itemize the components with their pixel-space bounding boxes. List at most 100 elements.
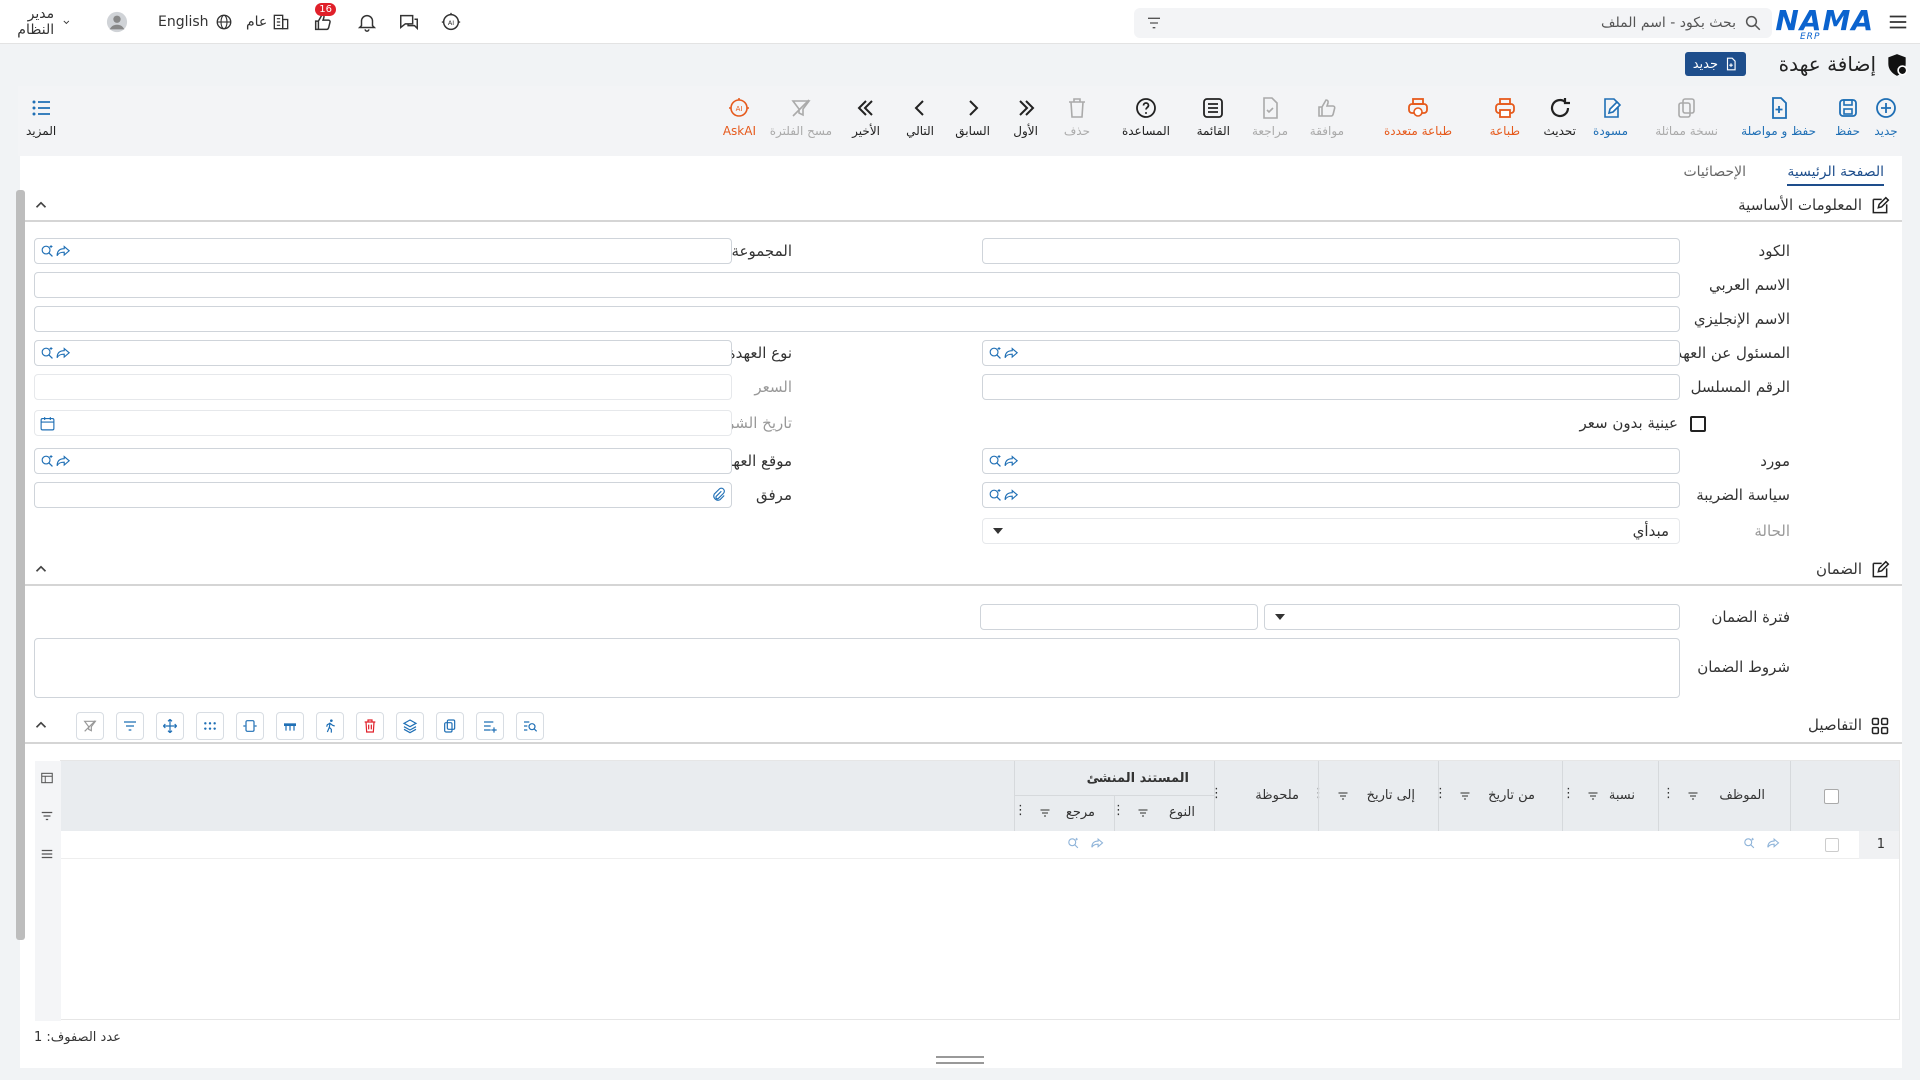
code-input[interactable] <box>983 239 1679 263</box>
share-icon[interactable] <box>1090 836 1105 851</box>
delete-button[interactable]: حذف <box>1064 96 1090 138</box>
logo[interactable]: NAMA ERP <box>1775 4 1874 42</box>
group-field[interactable] <box>34 238 732 264</box>
last-button[interactable]: الأخير <box>852 96 880 138</box>
language-switch[interactable]: English <box>158 10 233 34</box>
details-header[interactable]: التفاصيل <box>20 706 1902 744</box>
grid-run-button[interactable] <box>316 712 344 740</box>
col-type[interactable]: النوع <box>1169 805 1195 820</box>
new-record-chip[interactable]: جديد <box>1684 52 1746 76</box>
warranty-period-input[interactable] <box>981 605 1257 629</box>
user-menu[interactable]: مدير النظام <box>12 6 71 38</box>
table-row[interactable]: 1 <box>61 831 1899 859</box>
share-icon[interactable] <box>55 345 72 362</box>
lookup-search-icon[interactable] <box>39 243 56 260</box>
table-icon[interactable] <box>40 771 54 785</box>
column-filter-icon[interactable] <box>1137 807 1149 819</box>
tax-policy-field[interactable] <box>982 482 1680 508</box>
avatar[interactable] <box>106 10 128 34</box>
print-button[interactable]: طباعة <box>1490 96 1520 138</box>
ai-assistant-button[interactable]: AI <box>440 10 462 34</box>
warranty-terms-textarea[interactable] <box>35 639 1679 697</box>
clear-filter-button[interactable]: مسح الفلترة <box>770 96 832 138</box>
column-filter-icon[interactable] <box>1687 790 1699 802</box>
approve-button[interactable]: موافقة <box>1310 96 1344 138</box>
warranty-terms-field[interactable] <box>34 638 1680 698</box>
lookup-search-icon[interactable] <box>987 345 1004 362</box>
serial-input[interactable] <box>983 375 1679 399</box>
chevron-up-icon[interactable] <box>32 560 50 578</box>
column-filter-icon[interactable] <box>1039 807 1051 819</box>
grid-clear-filter-button[interactable] <box>76 712 104 740</box>
filter-icon[interactable] <box>1146 15 1162 31</box>
vertical-scrollbar[interactable] <box>16 190 25 940</box>
menu-icon[interactable] <box>1884 0 1912 44</box>
chevron-up-icon[interactable] <box>32 716 50 734</box>
resize-handle[interactable] <box>936 1056 984 1064</box>
custody-type-field[interactable] <box>34 340 732 366</box>
column-filter-icon[interactable] <box>1337 790 1349 802</box>
column-menu-icon[interactable]: ⋮ <box>1662 786 1675 801</box>
lookup-search-icon[interactable] <box>39 345 56 362</box>
col-reference[interactable]: مرجع <box>1066 805 1095 820</box>
grid-search-button[interactable] <box>516 712 544 740</box>
english-name-field[interactable] <box>34 306 1680 332</box>
share-icon[interactable] <box>1003 345 1020 362</box>
column-menu-icon[interactable]: ⋮ <box>1014 803 1027 818</box>
paperclip-icon[interactable] <box>710 487 727 504</box>
responsible-field[interactable] <box>982 340 1680 366</box>
chevron-up-icon[interactable] <box>32 196 50 214</box>
tab-statistics[interactable]: الإحصائيات <box>1683 164 1746 184</box>
code-field[interactable] <box>982 238 1680 264</box>
share-icon[interactable] <box>1003 487 1020 504</box>
share-icon[interactable] <box>1003 453 1020 470</box>
status-select[interactable]: مبدأي <box>982 518 1680 544</box>
col-to-date[interactable]: إلى تاريخ <box>1367 788 1415 803</box>
share-icon[interactable] <box>55 453 72 470</box>
draft-button[interactable]: مسودة <box>1593 96 1628 138</box>
english-name-input[interactable] <box>35 307 1679 331</box>
grid-table-layout-button[interactable] <box>276 712 304 740</box>
custody-location-field[interactable] <box>34 448 732 474</box>
sample-no-price-checkbox[interactable] <box>1690 416 1706 432</box>
grid-filter-button[interactable] <box>116 712 144 740</box>
first-button[interactable]: الأول <box>1013 96 1038 138</box>
supplier-field[interactable] <box>982 448 1680 474</box>
help-button[interactable]: المساعدة <box>1122 96 1170 138</box>
lookup-search-icon[interactable] <box>1066 836 1081 851</box>
prev-button[interactable]: السابق <box>955 96 990 138</box>
row-checkbox[interactable] <box>1825 838 1839 852</box>
scope-switch[interactable]: عام <box>246 10 291 34</box>
column-menu-icon[interactable]: ⋮ <box>1434 786 1447 801</box>
column-menu-icon[interactable]: ⋮ <box>1210 786 1223 801</box>
tab-main[interactable]: الصفحة الرئيسية <box>1787 164 1884 186</box>
col-note[interactable]: ملحوظة <box>1255 788 1299 803</box>
calendar-icon[interactable] <box>39 415 56 432</box>
grid-copy-button[interactable] <box>436 712 464 740</box>
share-icon[interactable] <box>1766 836 1781 851</box>
lookup-search-icon[interactable] <box>987 487 1004 504</box>
purchase-date-field[interactable] <box>34 410 732 436</box>
save-continue-button[interactable]: حفظ و مواصلة <box>1741 96 1816 138</box>
duplicate-button[interactable]: نسخة مماثلة <box>1655 96 1718 138</box>
column-filter-icon[interactable] <box>1587 790 1599 802</box>
serial-field[interactable] <box>982 374 1680 400</box>
basic-info-header[interactable]: المعلومات الأساسية <box>20 188 1902 222</box>
grid-dots-button[interactable] <box>196 712 224 740</box>
lookup-search-icon[interactable] <box>39 453 56 470</box>
column-menu-icon[interactable]: ⋮ <box>1562 786 1575 801</box>
askai-button[interactable]: AI AskAI <box>723 96 756 138</box>
search-icon[interactable] <box>1744 14 1762 32</box>
grid-delete-button[interactable] <box>356 712 384 740</box>
lookup-search-icon[interactable] <box>1742 836 1757 851</box>
filter-icon[interactable] <box>40 809 54 823</box>
col-employee[interactable]: الموظف <box>1719 788 1765 803</box>
more-button[interactable]: المزيد <box>26 96 56 138</box>
arabic-name-field[interactable] <box>34 272 1680 298</box>
warranty-header[interactable]: الضمان <box>20 552 1902 586</box>
warranty-period-field[interactable] <box>980 604 1258 630</box>
menu-lines-icon[interactable] <box>40 847 54 861</box>
review-button[interactable]: مراجعة <box>1252 96 1288 138</box>
refresh-button[interactable]: تحديث <box>1543 96 1576 138</box>
chat-button[interactable] <box>398 10 420 34</box>
